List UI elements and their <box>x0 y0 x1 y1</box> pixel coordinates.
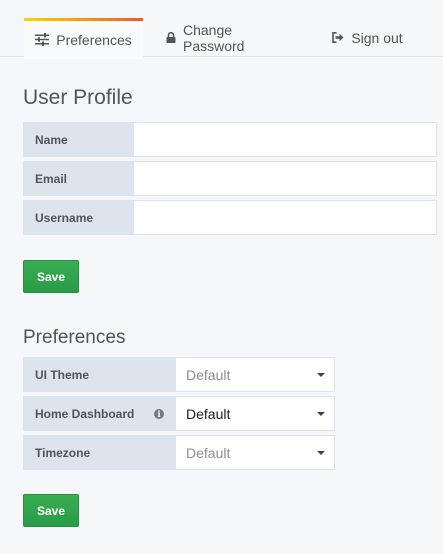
tab-preferences-label: Preferences <box>56 31 132 48</box>
timezone-select[interactable]: Default <box>175 435 335 470</box>
tab-sign-out-label: Sign out <box>351 29 403 46</box>
timezone-label: Timezone <box>23 435 175 470</box>
username-row: Username <box>23 200 437 235</box>
home-dashboard-row: Home Dashboard i Default <box>23 396 335 431</box>
home-dashboard-label-text: Home Dashboard <box>35 406 135 421</box>
tab-change-password-label: Change Password <box>183 21 245 54</box>
tab-preferences[interactable]: Preferences <box>24 18 143 59</box>
ui-theme-select[interactable]: Default <box>175 357 335 392</box>
sign-out-icon <box>332 32 344 43</box>
name-label: Name <box>23 122 133 157</box>
username-label: Username <box>23 200 133 235</box>
name-input[interactable] <box>133 122 437 157</box>
name-row: Name <box>23 122 437 157</box>
home-dashboard-label: Home Dashboard i <box>23 396 175 431</box>
preferences-save-button[interactable]: Save <box>23 494 79 527</box>
ui-theme-row: UI Theme Default <box>23 357 335 392</box>
home-dashboard-value: Default <box>186 405 231 422</box>
email-input[interactable] <box>133 161 437 196</box>
ui-theme-value: Default <box>186 366 231 383</box>
ui-theme-label: UI Theme <box>23 357 175 392</box>
profile-save-button[interactable]: Save <box>23 260 79 293</box>
tab-bar: Preferences Change Password Sign out <box>0 0 443 59</box>
timezone-row: Timezone Default <box>23 435 335 470</box>
chevron-down-icon <box>317 411 325 416</box>
email-label: Email <box>23 161 133 196</box>
sliders-icon <box>35 33 50 46</box>
email-row: Email <box>23 161 437 196</box>
timezone-value: Default <box>186 444 231 461</box>
preferences-heading: Preferences <box>23 327 126 348</box>
home-dashboard-select[interactable]: Default <box>175 396 335 431</box>
chevron-down-icon <box>317 372 325 377</box>
chevron-down-icon <box>317 450 325 455</box>
ui-theme-label-text: UI Theme <box>35 367 90 382</box>
info-icon[interactable]: i <box>154 408 164 419</box>
tab-change-password[interactable]: Change Password <box>166 18 296 57</box>
user-profile-heading: User Profile <box>23 86 133 109</box>
lock-icon <box>166 32 176 43</box>
username-input[interactable] <box>133 200 437 235</box>
timezone-label-text: Timezone <box>35 445 91 460</box>
tab-sign-out[interactable]: Sign out <box>330 18 405 57</box>
